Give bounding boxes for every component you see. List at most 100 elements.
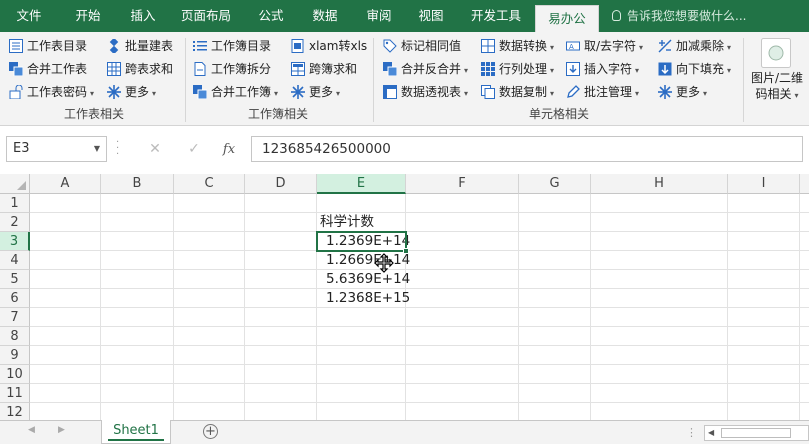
pivot-table-label: 数据透视表 ▾ [401, 82, 468, 104]
row-column-text: 行列处理 [499, 62, 548, 76]
workbook-more-text: 更多 [309, 85, 334, 99]
cross-sheet-sum-label: 跨表求和 [125, 62, 174, 76]
tab-page-layout[interactable]: 页面布局 [174, 0, 238, 32]
arithmetic-label: 加减乘除 ▾ [676, 36, 731, 58]
row-header-1[interactable]: 1 [0, 194, 30, 213]
merge-workbooks-text: 合并工作簿 [211, 85, 272, 99]
scroll-left-icon[interactable]: ◀ [28, 425, 35, 435]
tab-developer[interactable]: 开发工具 [462, 0, 530, 32]
row-column-label: 行列处理 ▾ [499, 59, 554, 81]
column-header-g[interactable]: G [519, 174, 591, 194]
worksheet-grid[interactable]: A B C D E F G H I 1 2 3 4 5 6 7 8 9 10 1… [0, 174, 809, 420]
fill-down-text: 向下填充 [676, 62, 725, 76]
batch-create-sheets-label: 批量建表 [125, 39, 174, 53]
scroll-right-icon[interactable]: ▶ [58, 425, 65, 435]
row-column-icon [481, 62, 495, 76]
horizontal-scrollbar[interactable]: ◀ [704, 425, 809, 441]
gridline [30, 250, 809, 251]
worksheet-toc-label: 工作表目录 [27, 39, 88, 53]
row-header-5[interactable]: 5 [0, 270, 30, 289]
tab-yibangong[interactable]: 易办公 [535, 5, 599, 32]
column-header-e[interactable]: E [317, 174, 406, 194]
row-header-3[interactable]: 3 [0, 232, 30, 251]
name-box[interactable]: E3 ▼ [6, 136, 107, 162]
tab-data[interactable]: 数据 [302, 0, 348, 32]
column-header-b[interactable]: B [101, 174, 174, 194]
gridline [30, 269, 809, 270]
column-header-f[interactable]: F [406, 174, 519, 194]
row-header-8[interactable]: 8 [0, 327, 30, 346]
tab-view[interactable]: 视图 [408, 0, 454, 32]
sheet-tab-sheet1[interactable]: Sheet1 [101, 420, 171, 444]
resize-dots-icon[interactable]: · · · [116, 138, 122, 160]
merge-unmerge-label: 合并反合并 ▾ [401, 59, 468, 81]
xlam-to-xls-label: xlam转xls [309, 39, 368, 53]
workbook-toc-label: 工作簿目录 [211, 39, 272, 53]
document-convert-icon [291, 39, 304, 53]
pen-icon [567, 85, 580, 98]
formula-input[interactable]: 123685426500000 [251, 136, 803, 162]
column-header-i[interactable]: I [728, 174, 800, 194]
scroll-left-arrow-icon[interactable]: ◀ [708, 428, 714, 437]
cell-e2[interactable]: 科学计数 [320, 213, 374, 232]
text-extract-icon: A [566, 41, 580, 51]
enter-check-icon[interactable]: ✓ [179, 136, 209, 162]
cell-e5[interactable]: 5.6369E+14 [326, 270, 410, 289]
cell-more-text: 更多 [676, 85, 701, 99]
fill-handle[interactable] [403, 248, 409, 254]
chevron-down-icon: ▾ [639, 43, 644, 52]
workbook-group-label: 工作簿相关 [248, 107, 309, 121]
row-header-11[interactable]: 11 [0, 384, 30, 403]
row-header-4[interactable]: 4 [0, 251, 30, 270]
image-qr-label-1: 图片/二维 [750, 71, 804, 85]
chevron-down-icon: ▾ [727, 66, 732, 75]
gridline [30, 288, 809, 289]
image-qr-button[interactable]: 图片/二维 码相关 ▾ [746, 34, 808, 122]
tab-home[interactable]: 开始 [64, 0, 112, 32]
fx-icon: fx [222, 142, 236, 157]
gridline [30, 212, 809, 213]
insert-function-button[interactable]: fx [214, 136, 244, 162]
column-header-c[interactable]: C [174, 174, 245, 194]
chevron-down-icon: ▾ [90, 89, 95, 98]
scrollbar-thumb[interactable] [721, 428, 791, 438]
row-header-2[interactable]: 2 [0, 213, 30, 232]
table-sum-icon [291, 62, 305, 76]
gridline [30, 402, 809, 403]
row-header-7[interactable]: 7 [0, 308, 30, 327]
add-sheet-button[interactable]: + [203, 424, 218, 439]
tab-review[interactable]: 审阅 [356, 0, 402, 32]
comment-manage-text: 批注管理 [584, 85, 633, 99]
column-header-d[interactable]: D [245, 174, 317, 194]
pivot-icon [383, 85, 397, 99]
sparkle-icon [658, 85, 672, 99]
insert-icon [566, 62, 580, 76]
tab-formulas[interactable]: 公式 [248, 0, 294, 32]
row-header-6[interactable]: 6 [0, 289, 30, 308]
row-header-9[interactable]: 9 [0, 346, 30, 365]
group-divider [373, 38, 374, 122]
worksheet-password-label: 工作表密码 ▾ [27, 82, 94, 104]
cell-e4[interactable]: 1.2669E+14 [326, 251, 410, 270]
column-header-a[interactable]: A [30, 174, 101, 194]
row-header-12[interactable]: 12 [0, 403, 30, 420]
data-convert-label: 数据转换 ▾ [499, 36, 554, 58]
cell-e6[interactable]: 1.2368E+15 [326, 289, 410, 308]
column-header-next[interactable] [800, 174, 809, 194]
worksheet-password-text: 工作表密码 [27, 85, 88, 99]
document-split-icon [194, 62, 206, 76]
chevron-down-icon: ▾ [464, 66, 469, 75]
chevron-down-icon[interactable]: ▼ [94, 137, 100, 161]
image-qr-icon [761, 38, 791, 68]
tab-file[interactable]: 文件 [8, 0, 50, 32]
lightbulb-icon [612, 10, 621, 21]
cancel-icon[interactable]: ✕ [140, 136, 170, 162]
tab-insert[interactable]: 插入 [120, 0, 166, 32]
tell-me-search[interactable]: 告诉我您想要做什么... [612, 0, 746, 32]
row-header-10[interactable]: 10 [0, 365, 30, 384]
cell-more-label: 更多 ▾ [676, 82, 707, 104]
tab-split-handle-icon[interactable]: ⋮ [686, 426, 697, 439]
column-header-h[interactable]: H [591, 174, 728, 194]
plus-minus-icon [658, 39, 672, 53]
select-all-corner[interactable] [0, 174, 30, 194]
